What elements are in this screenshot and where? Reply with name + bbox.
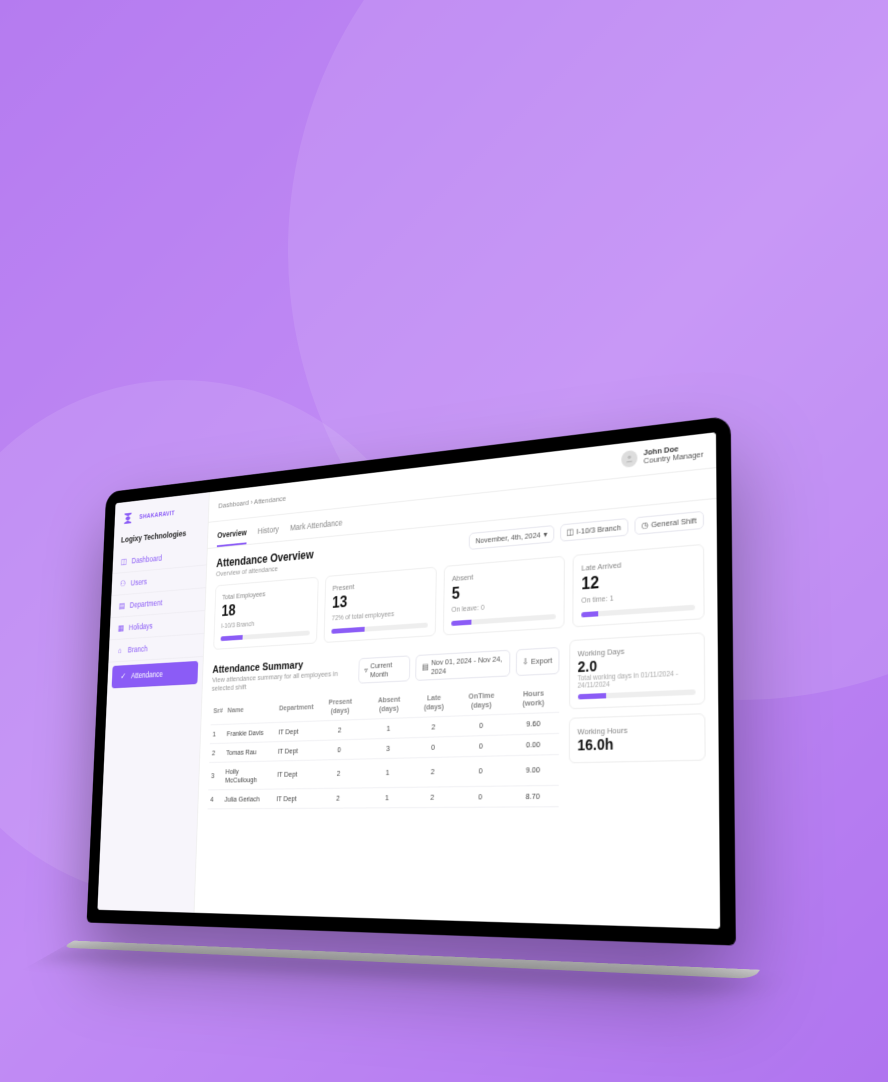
sidebar-item-attendance[interactable]: ✓ Attendance xyxy=(112,661,199,688)
progress-bar xyxy=(451,613,556,625)
summary-side-cards: Working Days2.0Total working days in 01/… xyxy=(568,632,706,807)
attendance-icon: ✓ xyxy=(119,671,127,680)
brand-logo-icon xyxy=(122,510,136,527)
table-header: Late (days) xyxy=(413,687,455,717)
table-header: OnTime (days) xyxy=(454,684,508,715)
date-range-filter[interactable]: ▤ Nov 01, 2024 - Nov 24, 2024 xyxy=(415,649,509,680)
user-chip[interactable]: John Doe Country Manager xyxy=(621,442,703,468)
department-icon: ▤ xyxy=(118,601,126,610)
progress-bar xyxy=(581,604,695,617)
table-header: Sr# xyxy=(211,697,226,724)
stat-card: Present1372% of total employees xyxy=(324,566,437,642)
table-header: Present (days) xyxy=(316,691,366,721)
calendar-icon: ▦ xyxy=(117,623,125,632)
clock-icon: ◷ xyxy=(641,520,648,530)
stat-card: Late Arrived12On time: 1 xyxy=(572,543,704,627)
sidebar-item-label: Users xyxy=(130,577,147,587)
progress-bar xyxy=(221,630,310,641)
app-screen: SHAKARAVIT Logixy Technologies ◫Dashboar… xyxy=(97,432,720,929)
progress-bar xyxy=(578,689,696,699)
calendar-icon: ▤ xyxy=(422,662,429,671)
calendar-icon: ▾ xyxy=(543,529,547,538)
mini-value: 16.0h xyxy=(577,733,696,753)
sidebar-item-label: Attendance xyxy=(131,669,163,680)
export-button[interactable]: ⇩ Export xyxy=(515,646,559,675)
users-icon: ⚇ xyxy=(119,579,127,588)
content: Attendance Overview Overview of attendan… xyxy=(194,498,720,929)
brand-name: SHAKARAVIT xyxy=(139,510,175,520)
stat-card: Total Employees18I-10/3 Branch xyxy=(213,576,318,649)
branch-icon: ⌂ xyxy=(116,646,124,655)
mini-card: Working Hours16.0h xyxy=(568,713,705,763)
table-header: Name xyxy=(225,695,277,724)
download-icon: ⇩ xyxy=(522,657,528,667)
sidebar-item-label: Branch xyxy=(128,644,148,654)
table-header: Department xyxy=(276,693,316,722)
mini-card: Working Days2.0Total working days in 01/… xyxy=(569,632,706,709)
date-filter[interactable]: November, 4th, 2024 ▾ xyxy=(469,525,554,550)
sidebar-item-label: Department xyxy=(130,598,163,610)
breadcrumb: Dashboard › Attendance xyxy=(218,494,286,510)
filter-icon: ▿ xyxy=(364,666,367,675)
breadcrumb-item[interactable]: Attendance xyxy=(254,494,286,506)
dashboard-icon: ◫ xyxy=(120,557,128,567)
table-header: Absent (days) xyxy=(365,689,414,719)
tab-history[interactable]: History xyxy=(257,520,279,542)
branch-filter[interactable]: ◫ I-10/3 Branch xyxy=(560,517,628,541)
breadcrumb-item[interactable]: Dashboard xyxy=(218,498,249,510)
shift-filter[interactable]: ◷ General Shift xyxy=(634,510,704,534)
main-area: Dashboard › Attendance John Doe Country … xyxy=(194,432,720,929)
summary-table: Sr#NameDepartmentPresent (days)Absent (d… xyxy=(208,682,559,809)
tab-overview[interactable]: Overview xyxy=(217,524,247,547)
sidebar-nav: ◫Dashboard ⚇Users ▤ Department ▦ Holidays ⌂ Bra… xyxy=(107,543,207,692)
laptop-screen-frame: SHAKARAVIT Logixy Technologies ◫Dashboar… xyxy=(87,416,736,946)
table-header: Hours (work) xyxy=(508,682,558,714)
stat-card: Absent5On leave: 0 xyxy=(443,555,565,635)
sidebar-item-label: Dashboard xyxy=(131,553,162,565)
laptop-base xyxy=(62,941,761,979)
building-icon: ◫ xyxy=(566,527,573,537)
period-filter[interactable]: ▿ Current Month xyxy=(358,655,411,683)
sidebar: SHAKARAVIT Logixy Technologies ◫Dashboar… xyxy=(97,492,209,913)
progress-bar xyxy=(331,622,427,633)
avatar-icon xyxy=(621,450,637,468)
table-row[interactable]: 4Julia GerlachIT Dept21208.70 xyxy=(208,785,559,809)
sidebar-item-label: Holidays xyxy=(129,621,153,632)
